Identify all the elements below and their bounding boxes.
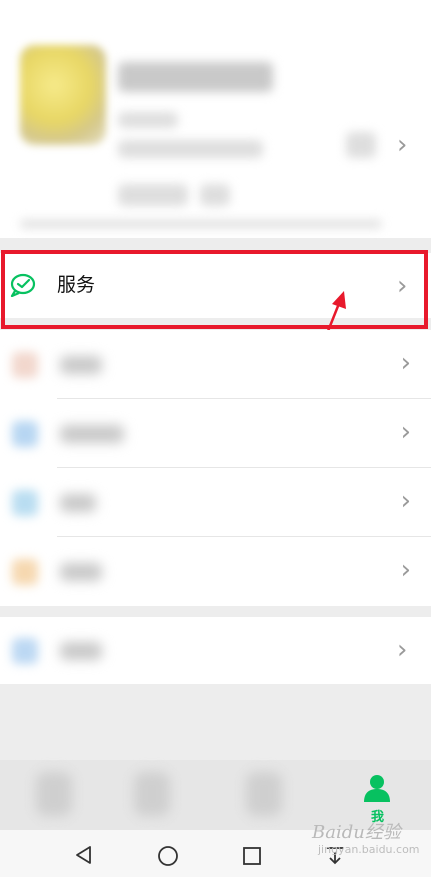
recents-icon[interactable] bbox=[242, 846, 262, 866]
profile-header[interactable]: › bbox=[0, 0, 431, 238]
settings-label bbox=[60, 642, 102, 660]
chats-icon bbox=[36, 772, 72, 816]
list-item-label bbox=[60, 494, 96, 512]
me-icon bbox=[364, 775, 390, 802]
wechat-id bbox=[118, 112, 178, 128]
chevron-right-icon: › bbox=[400, 417, 411, 447]
contacts-icon bbox=[134, 772, 170, 816]
sticker-icon bbox=[12, 559, 38, 585]
list-item-label bbox=[60, 356, 102, 374]
highlight-box bbox=[1, 250, 428, 329]
status-extra[interactable] bbox=[200, 184, 230, 206]
favorites-icon bbox=[12, 352, 38, 378]
profile-chevron-icon: › bbox=[397, 130, 408, 160]
list-item[interactable]: › bbox=[0, 399, 431, 468]
cards-icon bbox=[12, 490, 38, 516]
chevron-right-icon: › bbox=[400, 348, 411, 378]
moments-icon bbox=[12, 421, 38, 447]
status-divider bbox=[20, 220, 382, 228]
chevron-right-icon: › bbox=[400, 555, 411, 585]
profile-name bbox=[118, 62, 273, 92]
list-item[interactable]: › bbox=[0, 468, 431, 537]
wechat-id-value bbox=[118, 140, 263, 158]
settings-row[interactable]: › bbox=[0, 617, 431, 684]
tab-chats[interactable] bbox=[0, 760, 107, 830]
home-icon[interactable] bbox=[157, 845, 179, 867]
discover-icon bbox=[246, 772, 282, 816]
tab-discover[interactable] bbox=[210, 760, 317, 830]
avatar[interactable] bbox=[20, 45, 106, 145]
chevron-right-icon: › bbox=[400, 486, 411, 516]
list-item[interactable]: › bbox=[0, 330, 431, 399]
settings-icon bbox=[12, 638, 38, 664]
chevron-right-icon: › bbox=[397, 635, 408, 665]
qr-code-icon[interactable] bbox=[346, 132, 376, 158]
list-item-label bbox=[60, 425, 124, 443]
watermark-logo: Baidu经验 bbox=[312, 822, 401, 843]
list-item[interactable]: › bbox=[0, 537, 431, 606]
me-menu-list: › › › › bbox=[0, 330, 431, 606]
tab-contacts[interactable] bbox=[100, 760, 207, 830]
status-button[interactable] bbox=[118, 184, 188, 206]
list-item-label bbox=[60, 563, 102, 581]
back-icon[interactable] bbox=[74, 845, 94, 865]
watermark-url: jingyan.baidu.com bbox=[318, 843, 420, 856]
